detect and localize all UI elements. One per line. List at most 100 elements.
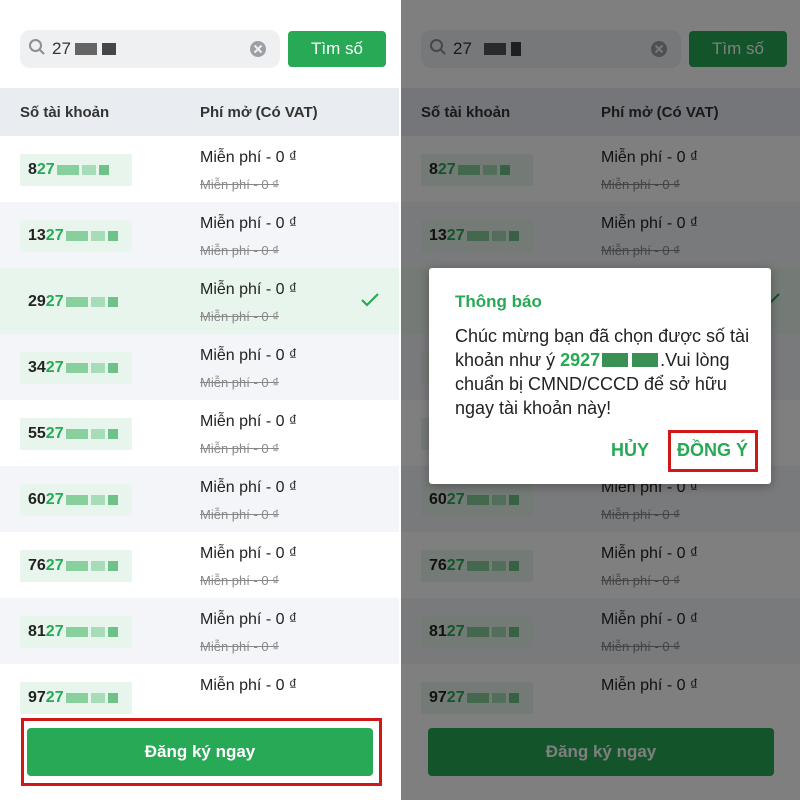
account-match: 27 (45, 227, 64, 244)
masked-digits (65, 363, 88, 373)
masked-digits (107, 561, 118, 571)
account-number: 8127 (20, 616, 132, 648)
masked-digits (74, 43, 97, 55)
masked-digits (90, 429, 105, 439)
masked-digits (65, 429, 88, 439)
original-fee: Miễn phí - 0 ₫ (200, 441, 279, 456)
table-header: Số tài khoản Phí mở (Có VAT) (0, 88, 399, 136)
original-fee: Miễn phí - 0 ₫ (200, 243, 279, 258)
opening-fee: Miễn phí - 0 ₫ (200, 545, 298, 562)
masked-digits (90, 561, 105, 571)
opening-fee: Miễn phí - 0 ₫ (200, 281, 298, 298)
account-match: 27 (45, 689, 64, 706)
masked-digits (107, 363, 118, 373)
account-number: 5527 (20, 418, 132, 450)
masked-digits (56, 165, 79, 175)
table-row[interactable]: 9727 Miễn phí - 0 ₫ (0, 664, 399, 730)
left-panel: 27 Tìm số Số tài khoản Phí mở (Có VAT) 8… (0, 0, 399, 800)
masked-digits (107, 495, 118, 505)
masked-digits (602, 353, 629, 367)
masked-digits (81, 165, 96, 175)
table-row[interactable]: 7627 Miễn phí - 0 ₫ Miễn phí - 0 ₫ (0, 532, 399, 598)
masked-digits (90, 693, 105, 703)
account-number: 6027 (20, 484, 132, 516)
account-prefix: 97 (28, 689, 46, 706)
confirm-button[interactable]: ĐỒNG Ý (677, 440, 748, 461)
masked-digits (90, 231, 105, 241)
account-number: 2927 (20, 286, 132, 318)
table-row[interactable]: 5527 Miễn phí - 0 ₫ Miễn phí - 0 ₫ (0, 400, 399, 466)
account-number: 9727 (20, 682, 132, 714)
masked-digits (65, 561, 88, 571)
selected-account-number: 2927 (560, 350, 601, 370)
original-fee: Miễn phí - 0 ₫ (200, 507, 279, 522)
masked-digits (90, 297, 105, 307)
masked-digits (107, 231, 118, 241)
account-prefix: 29 (28, 293, 46, 310)
original-fee: Miễn phí - 0 ₫ (200, 375, 279, 390)
checkmark-icon (361, 293, 379, 307)
cancel-button[interactable]: HỦY (611, 440, 649, 461)
masked-digits (107, 429, 118, 439)
dialog-title: Thông báo (455, 292, 542, 311)
opening-fee: Miễn phí - 0 ₫ (200, 611, 298, 628)
masked-digits (65, 495, 88, 505)
opening-fee: Miễn phí - 0 ₫ (200, 479, 298, 496)
account-prefix: 81 (28, 623, 46, 640)
masked-digits (107, 627, 118, 637)
original-fee: Miễn phí - 0 ₫ (200, 177, 279, 192)
confirmation-dialog: Thông báo Chúc mừng bạn đã chọn được số … (429, 268, 771, 484)
account-prefix: 55 (28, 425, 46, 442)
account-number: 7627 (20, 550, 132, 582)
opening-fee: Miễn phí - 0 ₫ (200, 215, 298, 232)
account-prefix: 34 (28, 359, 46, 376)
masked-digits (65, 297, 88, 307)
account-match: 27 (36, 161, 55, 178)
dialog-message: Chúc mừng bạn đã chọn được số tài khoản … (455, 324, 755, 420)
original-fee: Miễn phí - 0 ₫ (200, 309, 279, 324)
account-match: 27 (45, 293, 64, 310)
masked-digits (90, 627, 105, 637)
table-row[interactable]: 6027 Miễn phí - 0 ₫ Miễn phí - 0 ₫ (0, 466, 399, 532)
opening-fee: Miễn phí - 0 ₫ (200, 347, 298, 364)
opening-fee: Miễn phí - 0 ₫ (200, 413, 298, 430)
original-fee: Miễn phí - 0 ₫ (200, 573, 279, 588)
masked-digits (632, 353, 659, 367)
account-match: 27 (45, 623, 64, 640)
search-icon (29, 39, 45, 55)
table-row[interactable]: 827 Miễn phí - 0 ₫ Miễn phí - 0 ₫ (0, 136, 399, 202)
header-account-number: Số tài khoản (20, 104, 110, 121)
clear-icon[interactable] (249, 40, 267, 58)
account-match: 27 (45, 491, 64, 508)
search-query-text: 27 (52, 39, 71, 58)
account-number: 1327 (20, 220, 132, 252)
table-row[interactable]: 1327 Miễn phí - 0 ₫ Miễn phí - 0 ₫ (0, 202, 399, 268)
masked-digits (107, 693, 118, 703)
account-match: 27 (45, 359, 64, 376)
search-query[interactable]: 27 (52, 39, 116, 59)
account-number: 827 (20, 154, 132, 186)
masked-digits (107, 297, 118, 307)
masked-digits (65, 627, 88, 637)
masked-digits (101, 43, 116, 55)
opening-fee: Miễn phí - 0 ₫ (200, 149, 298, 166)
account-prefix: 8 (28, 161, 37, 178)
masked-digits (98, 165, 109, 175)
table-row[interactable]: 3427 Miễn phí - 0 ₫ Miễn phí - 0 ₫ (0, 334, 399, 400)
table-row[interactable]: 8127 Miễn phí - 0 ₫ Miễn phí - 0 ₫ (0, 598, 399, 664)
search-button[interactable]: Tìm số (288, 31, 386, 67)
account-match: 27 (45, 557, 64, 574)
masked-digits (90, 495, 105, 505)
right-panel: 27 Tìm số Số tài khoản Phí mở (Có VAT) 8… (401, 0, 800, 800)
account-match: 27 (45, 425, 64, 442)
masked-digits (65, 693, 88, 703)
register-button[interactable]: Đăng ký ngay (27, 728, 373, 776)
table-row[interactable]: 2927 Miễn phí - 0 ₫ Miễn phí - 0 ₫ (0, 268, 399, 334)
masked-digits (65, 231, 88, 241)
masked-digits (90, 363, 105, 373)
account-prefix: 60 (28, 491, 46, 508)
account-prefix: 76 (28, 557, 46, 574)
account-number: 3427 (20, 352, 132, 384)
account-prefix: 13 (28, 227, 46, 244)
search-field[interactable]: 27 (20, 30, 280, 68)
